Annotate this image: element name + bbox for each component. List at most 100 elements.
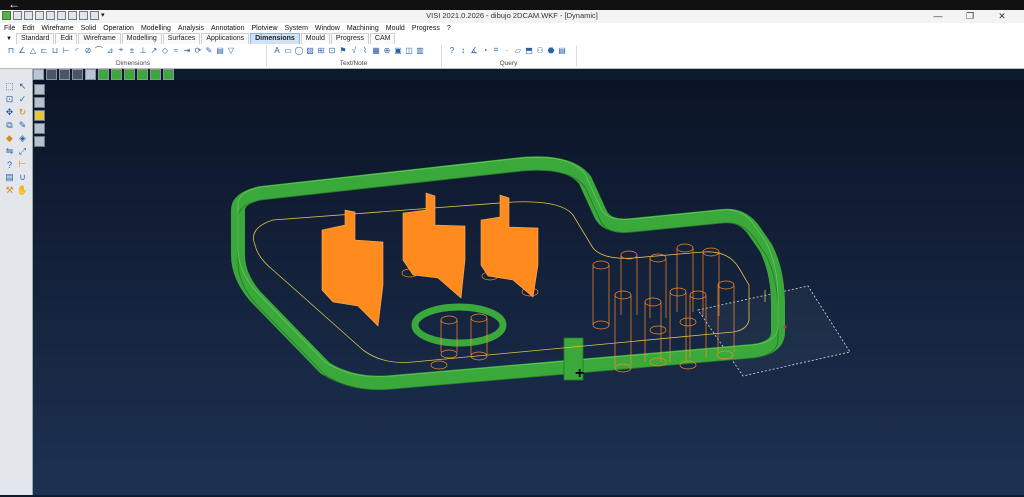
hand-icon[interactable]: ✋: [17, 185, 28, 196]
tab-mould[interactable]: Mould: [300, 33, 330, 44]
tab-progress[interactable]: Progress: [330, 33, 369, 44]
view-mode-3-icon[interactable]: [34, 110, 45, 121]
tools-icon[interactable]: ⚒: [4, 185, 15, 196]
text-icon[interactable]: A: [272, 45, 282, 55]
menu-machining[interactable]: Machining: [347, 25, 379, 32]
view-mode-5-icon[interactable]: [34, 136, 45, 147]
chain-dimension-icon[interactable]: ⊔: [50, 45, 60, 55]
diameter-dimension-icon[interactable]: ⊘: [83, 45, 93, 55]
datum-icon[interactable]: ⊥: [138, 45, 148, 55]
view-hidden-icon[interactable]: [124, 69, 135, 80]
view-mode-2-icon[interactable]: [34, 97, 45, 108]
surface-finish-icon[interactable]: √: [349, 45, 359, 55]
view-iso-icon[interactable]: [85, 69, 96, 80]
select-edge-icon[interactable]: ↖: [17, 81, 28, 92]
measure-radius-icon[interactable]: ◔: [480, 45, 490, 55]
tab-cam[interactable]: CAM: [369, 33, 396, 44]
solid-icon[interactable]: ◆: [4, 133, 15, 144]
layer-icon[interactable]: ▤: [4, 172, 15, 183]
query-area-icon[interactable]: ▱: [513, 45, 523, 55]
symbol-text-icon[interactable]: ⊞: [316, 45, 326, 55]
tab-applications[interactable]: Applications: [201, 33, 250, 44]
flag-note-icon[interactable]: ⚑: [338, 45, 348, 55]
tab-wireframe[interactable]: Wireframe: [78, 33, 121, 44]
menu-progress[interactable]: Progress: [412, 25, 440, 32]
question-icon[interactable]: ?: [4, 159, 15, 170]
view-shaded-icon[interactable]: [98, 69, 109, 80]
triangle-dimension-icon[interactable]: △: [28, 45, 38, 55]
baseline-dimension-icon[interactable]: ⊏: [39, 45, 49, 55]
hatch-icon[interactable]: ▧: [305, 45, 315, 55]
view-edges-icon[interactable]: [137, 69, 148, 80]
angular-dimension-icon[interactable]: ∠: [17, 45, 27, 55]
text-edit-icon[interactable]: ▥: [415, 45, 425, 55]
linear-dimension-icon[interactable]: ⊓: [6, 45, 16, 55]
menu-system[interactable]: System: [285, 25, 308, 32]
magnet-icon[interactable]: ∪: [17, 172, 28, 183]
ordinate-dimension-icon[interactable]: ⊢: [61, 45, 71, 55]
stamp-icon[interactable]: ◫: [404, 45, 414, 55]
pen-icon[interactable]: ✎: [17, 120, 28, 131]
view-back-icon[interactable]: [59, 69, 70, 80]
radius-dimension-icon[interactable]: ◜: [72, 45, 82, 55]
mirror-icon[interactable]: ⇋: [4, 146, 15, 157]
tab-modelling[interactable]: Modelling: [121, 33, 162, 44]
menu-file[interactable]: File: [4, 25, 15, 32]
query-entity-icon[interactable]: ⌗: [491, 45, 501, 55]
view-front-icon[interactable]: [46, 69, 57, 80]
window-select-icon[interactable]: ⊡: [4, 94, 15, 105]
query-user-icon[interactable]: ⚇: [535, 45, 545, 55]
rotate-icon[interactable]: ↻: [17, 107, 28, 118]
minimize-button[interactable]: —: [922, 10, 954, 22]
chamfer-dimension-icon[interactable]: ⊿: [105, 45, 115, 55]
edit-dimension-icon[interactable]: ✎: [204, 45, 214, 55]
query-mass-icon[interactable]: ⬣: [546, 45, 556, 55]
query-volume-icon[interactable]: ⬒: [524, 45, 534, 55]
query-point-icon[interactable]: ·: [502, 45, 512, 55]
query-icon[interactable]: ?: [447, 45, 457, 55]
arc-dimension-icon[interactable]: ⌒: [94, 45, 104, 55]
shaded-icon[interactable]: ◈: [17, 133, 28, 144]
menu-wireframe[interactable]: Wireframe: [41, 25, 73, 32]
coordinate-dimension-icon[interactable]: ⌖: [116, 45, 126, 55]
move-icon[interactable]: ✥: [4, 107, 15, 118]
menu-solid[interactable]: Solid: [81, 25, 97, 32]
leader-icon[interactable]: ↗: [149, 45, 159, 55]
menu-window[interactable]: Window: [315, 25, 340, 32]
align-dimension-icon[interactable]: ⇥: [182, 45, 192, 55]
menu-operation[interactable]: Operation: [103, 25, 134, 32]
view-render-icon[interactable]: [163, 69, 174, 80]
view-mode-1-icon[interactable]: [34, 84, 45, 95]
note-icon[interactable]: ▭: [283, 45, 293, 55]
tab-standard[interactable]: Standard: [16, 33, 55, 44]
scale-icon[interactable]: ⤢: [17, 146, 28, 157]
symbol-icon[interactable]: ◇: [160, 45, 170, 55]
tolerance-icon[interactable]: ±: [127, 45, 137, 55]
measure-distance-icon[interactable]: ↕: [458, 45, 468, 55]
copy-icon[interactable]: ⧉: [4, 120, 15, 131]
menu-modelling[interactable]: Modelling: [141, 25, 171, 32]
view-zoom-icon[interactable]: [72, 69, 83, 80]
update-dimension-icon[interactable]: ⟳: [193, 45, 203, 55]
table-icon[interactable]: ▦: [371, 45, 381, 55]
center-mark-icon[interactable]: ⊕: [382, 45, 392, 55]
break-icon[interactable]: ≈: [171, 45, 181, 55]
dimension-style-icon[interactable]: ▤: [215, 45, 225, 55]
tab-edit[interactable]: Edit: [55, 33, 78, 44]
image-icon[interactable]: ▣: [393, 45, 403, 55]
measure-angle-icon[interactable]: ∡: [469, 45, 479, 55]
restore-button[interactable]: ❐: [954, 10, 986, 22]
view-section-icon[interactable]: [150, 69, 161, 80]
menu-analysis[interactable]: Analysis: [178, 25, 204, 32]
view-mode-4-icon[interactable]: [34, 123, 45, 134]
balloon-icon[interactable]: ◯: [294, 45, 304, 55]
close-button[interactable]: ✕: [986, 10, 1018, 22]
menu-help[interactable]: ?: [447, 25, 451, 32]
filter-icon[interactable]: ▽: [226, 45, 236, 55]
measure-icon[interactable]: ⊢: [17, 159, 28, 170]
label-icon[interactable]: ⊡: [327, 45, 337, 55]
select-icon[interactable]: ⬚: [4, 81, 15, 92]
weld-icon[interactable]: ⌇: [360, 45, 370, 55]
tab-dimensions[interactable]: Dimensions: [250, 33, 300, 44]
view-menu-icon[interactable]: [33, 69, 44, 80]
